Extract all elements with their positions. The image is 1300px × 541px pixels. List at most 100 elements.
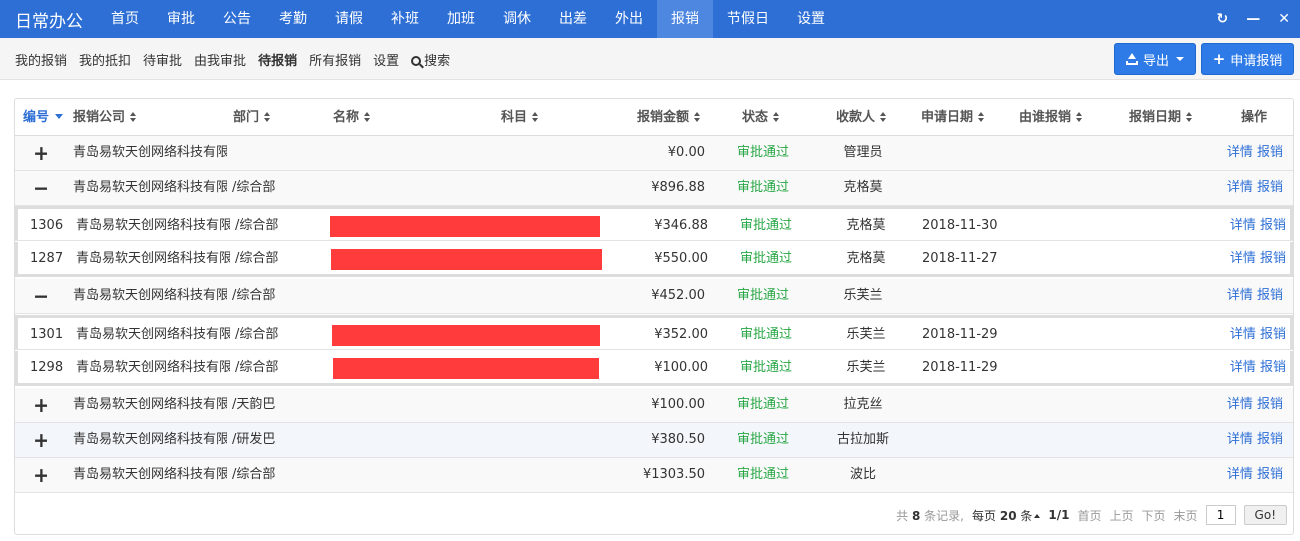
nav-item-12[interactable]: 设置: [783, 0, 839, 38]
reimburse-link[interactable]: 报销: [1257, 397, 1283, 412]
details-link[interactable]: 详情: [1227, 288, 1253, 303]
record-id: 1306: [30, 218, 64, 233]
expand-icon[interactable]: +: [33, 458, 47, 492]
reimburse-link[interactable]: 报销: [1260, 218, 1286, 233]
prev-page-link[interactable]: 上页: [1110, 507, 1134, 524]
column-header-9[interactable]: 由谁报销: [1019, 99, 1083, 136]
apply-reimbursement-button[interactable]: + 申请报销: [1201, 43, 1294, 75]
details-link[interactable]: 详情: [1230, 327, 1256, 342]
column-header-6[interactable]: 状态: [742, 99, 780, 136]
apply-date-cell: 2018-11-29: [922, 360, 998, 375]
search-link[interactable]: 搜索: [411, 50, 450, 69]
reimburse-link[interactable]: 报销: [1257, 145, 1283, 160]
collapse-icon[interactable]: −: [33, 279, 47, 313]
column-header-3[interactable]: 名称: [333, 99, 371, 136]
amount-cell: ¥1303.50: [642, 467, 705, 482]
sort-icon: [1186, 112, 1193, 122]
payee-cell: 乐芙兰: [846, 327, 886, 342]
page-number-input[interactable]: [1205, 505, 1236, 525]
column-header-2[interactable]: 部门: [233, 99, 271, 136]
row-actions: 详情 报销: [1213, 458, 1283, 492]
column-header-4[interactable]: 科目: [501, 99, 539, 136]
export-label: 导出: [1142, 53, 1169, 69]
column-header-8[interactable]: 申请日期: [921, 99, 985, 136]
department-cell: /综合部: [232, 180, 276, 195]
nav-item-8[interactable]: 出差: [545, 0, 601, 38]
table-row: 1298 青岛易软天创网络科技有限/综合部 ¥100.00 审批通过 乐芙兰 2018-1…: [15, 351, 1293, 386]
subnav-item-6[interactable]: 设置: [373, 50, 399, 69]
column-header-0[interactable]: 编号: [23, 99, 64, 136]
details-link[interactable]: 详情: [1230, 218, 1256, 233]
last-page-link[interactable]: 末页: [1174, 507, 1198, 524]
nav-item-10[interactable]: 报销: [657, 0, 713, 38]
subnav-item-3[interactable]: 由我审批: [194, 50, 246, 69]
status-cell: 审批通过: [736, 432, 789, 447]
company-cell: 青岛易软天创网络科技有限: [76, 360, 230, 375]
nav-item-11[interactable]: 节假日: [713, 0, 783, 38]
expand-icon[interactable]: +: [33, 388, 47, 422]
apply-date-cell: 2018-11-27: [922, 251, 998, 266]
page-size-select[interactable]: 每页 20 条: [972, 507, 1041, 524]
nav-item-5[interactable]: 补班: [377, 0, 433, 38]
minimize-icon[interactable]: —: [1246, 11, 1260, 27]
payee-cell: 波比: [849, 467, 876, 482]
expand-icon[interactable]: +: [33, 423, 47, 457]
nav-item-6[interactable]: 加班: [433, 0, 489, 38]
nav-item-0[interactable]: 首页: [97, 0, 153, 38]
column-header-10[interactable]: 报销日期: [1129, 99, 1193, 136]
nav-item-1[interactable]: 审批: [153, 0, 209, 38]
details-link[interactable]: 详情: [1230, 360, 1256, 375]
details-link[interactable]: 详情: [1227, 467, 1253, 482]
reimburse-link[interactable]: 报销: [1257, 432, 1283, 447]
details-link[interactable]: 详情: [1227, 145, 1253, 160]
subnav-item-4[interactable]: 待报销: [258, 50, 297, 69]
column-header-7[interactable]: 收款人: [836, 99, 887, 136]
reimbursement-table-panel: 编号 报销公司 部门 名称 科目 报销金额 状态 收款人 申请日期 由谁报销 报销日期 操作 + 青岛易…: [14, 98, 1294, 535]
amount-cell: ¥380.50: [651, 432, 705, 447]
details-link[interactable]: 详情: [1227, 432, 1253, 447]
status-cell: 审批通过: [739, 218, 792, 233]
group-row: − 青岛易软天创网络科技有限/综合部 ¥896.88 审批通过 克格莫 详情 报销: [15, 171, 1293, 206]
reimburse-link[interactable]: 报销: [1260, 251, 1286, 266]
sort-icon: [978, 112, 985, 122]
column-header-label: 部门: [233, 110, 260, 125]
main-menu: 首页 审批 公告 考勤 请假 补班 加班 调休 出差 外出 报销 节假日 设置: [97, 0, 839, 38]
reimburse-link[interactable]: 报销: [1257, 288, 1283, 303]
nav-item-9[interactable]: 外出: [601, 0, 657, 38]
go-button[interactable]: Go!: [1243, 505, 1287, 525]
nav-item-4[interactable]: 请假: [321, 0, 377, 38]
column-header-5[interactable]: 报销金额: [637, 99, 701, 136]
department-cell: /天韵巴: [232, 397, 276, 412]
subnav-item-0[interactable]: 我的报销: [15, 50, 67, 69]
payee-cell: 克格莫: [846, 251, 886, 266]
subnav-item-5[interactable]: 所有报销: [309, 50, 361, 69]
status-cell: 审批通过: [736, 288, 789, 303]
nav-item-7[interactable]: 调休: [489, 0, 545, 38]
reimburse-link[interactable]: 报销: [1260, 360, 1286, 375]
export-button[interactable]: 导出: [1114, 43, 1196, 75]
reimburse-link[interactable]: 报销: [1260, 327, 1286, 342]
row-actions: 详情 报销: [1216, 242, 1286, 276]
details-link[interactable]: 详情: [1227, 397, 1253, 412]
subnav-item-2[interactable]: 待审批: [143, 50, 182, 69]
payee-cell: 克格莫: [846, 218, 886, 233]
plus-icon: +: [1212, 50, 1226, 68]
reimburse-link[interactable]: 报销: [1257, 467, 1283, 482]
collapse-icon[interactable]: −: [33, 171, 47, 205]
payee-cell: 克格莫: [843, 180, 883, 195]
details-link[interactable]: 详情: [1230, 251, 1256, 266]
nav-item-3[interactable]: 考勤: [265, 0, 321, 38]
details-link[interactable]: 详情: [1227, 180, 1253, 195]
first-page-link[interactable]: 首页: [1077, 507, 1101, 524]
caret-up-icon: [1034, 513, 1041, 518]
group-row: + 青岛易软天创网络科技有限/综合部 ¥1303.50 审批通过 波比 详情 报销: [15, 458, 1293, 493]
upload-icon: [1125, 53, 1138, 65]
close-icon[interactable]: ✕: [1278, 11, 1290, 27]
column-header-1[interactable]: 报销公司: [73, 99, 137, 136]
subnav-item-1[interactable]: 我的抵扣: [79, 50, 131, 69]
reimburse-link[interactable]: 报销: [1257, 180, 1283, 195]
expand-icon[interactable]: +: [33, 136, 47, 170]
next-page-link[interactable]: 下页: [1142, 507, 1166, 524]
refresh-icon[interactable]: ↻: [1217, 11, 1229, 27]
nav-item-2[interactable]: 公告: [209, 0, 265, 38]
